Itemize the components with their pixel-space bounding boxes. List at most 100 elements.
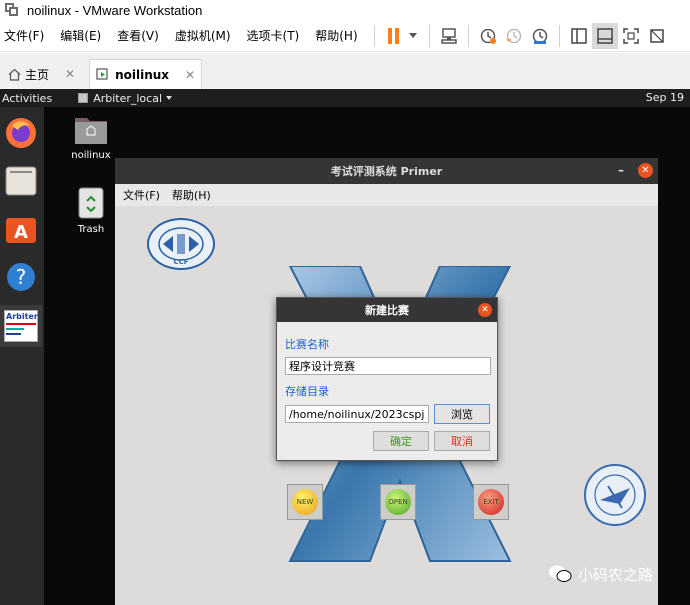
ok-button[interactable]: 确定 bbox=[373, 431, 429, 451]
primer-menubar: 文件(F) 帮助(H) bbox=[115, 184, 658, 206]
trash-icon bbox=[78, 187, 104, 219]
chevron-down-icon[interactable] bbox=[408, 33, 417, 38]
home-folder-icon bbox=[75, 118, 107, 144]
close-icon[interactable]: ✕ bbox=[65, 67, 75, 81]
firefox-launcher[interactable] bbox=[3, 115, 39, 151]
desktop-icon-label: Trash bbox=[77, 224, 105, 235]
arbiter-launcher[interactable]: Arbiter bbox=[0, 305, 42, 347]
vmware-title-bar: noilinux - VMware Workstation bbox=[0, 0, 690, 20]
window-title: noilinux - VMware Workstation bbox=[27, 2, 203, 18]
help-launcher[interactable]: ? bbox=[3, 259, 39, 295]
university-logo bbox=[584, 464, 646, 526]
vm-running-icon bbox=[96, 68, 108, 80]
tab-noilinux[interactable]: noilinux ✕ bbox=[89, 59, 203, 89]
exit-button-label: EXIT bbox=[478, 489, 504, 515]
vmware-logo-icon bbox=[5, 3, 19, 17]
activities-button[interactable]: Activities bbox=[2, 92, 52, 105]
guest-desktop[interactable]: Activities Arbiter_local Sep 19 A ? Arbi… bbox=[0, 89, 690, 605]
snapshot-manager-icon bbox=[532, 28, 547, 44]
desktop-trash[interactable]: Trash bbox=[66, 187, 116, 235]
desktop-icon-label: noilinux bbox=[71, 150, 111, 161]
primer-title-bar[interactable]: 考试评测系统 Primer – ✕ bbox=[115, 158, 658, 184]
wechat-icon bbox=[549, 565, 572, 582]
primer-menu-file[interactable]: 文件(F) bbox=[123, 187, 160, 203]
unity-mode-button[interactable] bbox=[644, 23, 670, 49]
home-icon bbox=[8, 68, 21, 81]
close-button[interactable]: ✕ bbox=[638, 163, 653, 178]
menu-tabs[interactable]: 选项卡(T) bbox=[241, 25, 306, 47]
tab-home-label: 主页 bbox=[25, 67, 50, 82]
gnome-top-panel: Activities Arbiter_local Sep 19 bbox=[0, 89, 690, 107]
software-center-icon: A bbox=[6, 218, 36, 243]
primer-menu-help[interactable]: 帮助(H) bbox=[172, 187, 211, 203]
toolbar-separator bbox=[373, 24, 375, 47]
close-icon[interactable]: ✕ bbox=[185, 68, 195, 82]
new-contest-dialog[interactable]: 新建比赛 ✕ 比赛名称 存储目录 浏览 确定 取消 bbox=[276, 297, 498, 461]
clock[interactable]: Sep 19 bbox=[646, 91, 684, 104]
close-button[interactable]: ✕ bbox=[478, 303, 492, 317]
menu-edit[interactable]: 编辑(E) bbox=[54, 25, 107, 47]
svg-text:?: ? bbox=[16, 265, 27, 289]
full-screen-button[interactable] bbox=[618, 23, 644, 49]
ccf-emblem-icon: CCF bbox=[158, 227, 204, 266]
send-ctrl-alt-del-button[interactable] bbox=[436, 23, 462, 49]
wechat-watermark: 小码农之路 bbox=[548, 562, 688, 586]
cancel-button[interactable]: 取消 bbox=[434, 431, 490, 451]
dock: A ? Arbiter bbox=[0, 107, 44, 605]
storage-dir-label: 存储目录 bbox=[285, 385, 329, 398]
menu-vm[interactable]: 虚拟机(M) bbox=[169, 25, 237, 47]
arbiter-app-icon: Arbiter bbox=[4, 310, 38, 342]
fullscreen-icon bbox=[622, 27, 639, 44]
storage-dir-input[interactable] bbox=[285, 405, 429, 423]
chevron-down-icon bbox=[166, 96, 173, 100]
open-button[interactable]: OPEN bbox=[380, 484, 416, 520]
bottom-bar-layout-icon bbox=[596, 27, 613, 44]
files-icon bbox=[5, 166, 37, 196]
minimize-button[interactable]: – bbox=[618, 163, 624, 177]
contest-name-input[interactable] bbox=[285, 357, 491, 375]
watermark-text: 小码农之路 bbox=[578, 565, 654, 584]
university-emblem-icon bbox=[594, 474, 636, 516]
tab-home[interactable]: 主页 ✕ bbox=[2, 59, 82, 89]
menu-file[interactable]: 文件(F) bbox=[0, 25, 50, 47]
software-launcher[interactable]: A bbox=[3, 211, 39, 247]
menu-view[interactable]: 查看(V) bbox=[111, 25, 165, 47]
pause-vm-button[interactable] bbox=[381, 23, 407, 49]
files-launcher[interactable] bbox=[3, 163, 39, 199]
new-button-label: NEW bbox=[292, 489, 318, 515]
new-button[interactable]: NEW bbox=[287, 484, 323, 520]
dialog-title-bar[interactable]: 新建比赛 ✕ bbox=[277, 298, 497, 322]
arbiter-icon-label: Arbiter bbox=[6, 312, 38, 321]
dialog-title: 新建比赛 bbox=[365, 304, 409, 317]
revert-clock-icon bbox=[506, 28, 521, 43]
revert-snapshot-button[interactable] bbox=[501, 23, 527, 49]
vmware-tab-bar: 主页 ✕ noilinux ✕ bbox=[0, 53, 690, 89]
take-snapshot-button[interactable] bbox=[475, 23, 501, 49]
unity-icon bbox=[649, 28, 664, 43]
contest-name-label: 比赛名称 bbox=[285, 338, 329, 351]
help-icon: ? bbox=[7, 263, 35, 291]
exit-button[interactable]: EXIT bbox=[473, 484, 509, 520]
toolbar-separator bbox=[467, 24, 469, 47]
tab-noilinux-label: noilinux bbox=[115, 67, 170, 82]
vmware-menubar: 文件(F) 编辑(E) 查看(V) 虚拟机(M) 选项卡(T) 帮助(H) bbox=[0, 20, 690, 52]
toolbar-separator bbox=[428, 24, 430, 47]
desktop-home-folder[interactable]: noilinux bbox=[66, 113, 116, 161]
thumbnail-bar-button[interactable] bbox=[591, 22, 618, 49]
snapshot-manager-button[interactable] bbox=[527, 23, 553, 49]
firefox-icon bbox=[6, 118, 36, 148]
browse-button[interactable]: 浏览 bbox=[434, 404, 490, 424]
primer-title: 考试评测系统 Primer bbox=[330, 165, 443, 178]
network-computer-icon bbox=[440, 27, 457, 44]
toolbar-separator bbox=[558, 24, 560, 47]
app-menu-label: Arbiter_local bbox=[93, 91, 163, 105]
open-button-label: OPEN bbox=[385, 489, 411, 515]
app-menu[interactable]: Arbiter_local bbox=[78, 91, 173, 105]
app-icon bbox=[78, 93, 89, 103]
library-view-button[interactable] bbox=[566, 23, 592, 49]
ccf-logo: CCF bbox=[147, 218, 215, 270]
pause-icon bbox=[388, 27, 400, 44]
ccf-logo-text: CCF bbox=[173, 258, 188, 266]
menu-help[interactable]: 帮助(H) bbox=[309, 25, 363, 47]
clock-icon bbox=[480, 28, 496, 44]
